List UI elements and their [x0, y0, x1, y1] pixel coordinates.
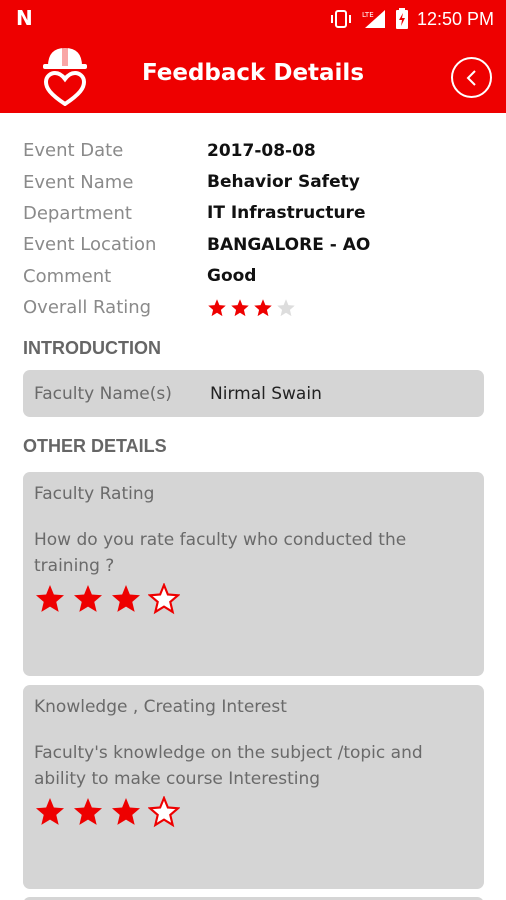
star-empty-icon	[148, 796, 180, 828]
event-location-value: BANGALORE - AO	[207, 234, 371, 255]
event-date-label: Event Date	[23, 140, 124, 162]
question-card: Knowledge , Creating Interest Faculty's …	[23, 685, 484, 889]
comment-value: Good	[207, 266, 257, 287]
event-date-row: Event Date 2017-08-08	[23, 135, 483, 166]
star-filled-icon	[74, 585, 102, 612]
star-filled-icon	[208, 298, 226, 316]
clock: 12:50 PM	[416, 8, 494, 29]
notification-icon: N	[16, 6, 33, 30]
star-filled-icon	[231, 298, 249, 316]
event-location-label: Event Location	[23, 234, 157, 256]
page-title: Feedback Details	[141, 60, 365, 86]
department-label: Department	[23, 202, 132, 224]
overall-rating-row: Overall Rating	[23, 292, 483, 323]
star-filled-icon	[254, 298, 272, 316]
star-filled-icon	[74, 798, 102, 825]
vibrate-icon	[330, 10, 351, 28]
faculty-value: Nirmal Swain	[210, 383, 322, 404]
introduction-heading: INTRODUCTION	[23, 338, 161, 358]
star-filled-icon	[36, 585, 64, 612]
star-empty-icon	[148, 583, 180, 615]
star-empty-icon	[277, 298, 295, 316]
comment-row: Comment Good	[23, 261, 483, 292]
question-rating-stars	[34, 583, 473, 615]
department-row: Department IT Infrastructure	[23, 198, 483, 229]
faculty-label: Faculty Name(s)	[34, 383, 172, 404]
overall-rating-stars	[207, 298, 296, 318]
faculty-card: Faculty Name(s) Nirmal Swain	[23, 370, 484, 417]
status-icons: LTE 12:50 PM	[329, 8, 494, 30]
question-card: Faculty Rating How do you rate faculty w…	[23, 472, 484, 676]
star-filled-icon	[112, 585, 140, 612]
event-name-row: Event Name Behavior Safety	[23, 166, 483, 197]
back-button[interactable]	[451, 57, 492, 98]
other-details-heading: OTHER DETAILS	[23, 436, 167, 456]
svg-text:LTE: LTE	[362, 11, 374, 19]
status-bar: N LTE 12:50 PM	[0, 0, 506, 36]
battery-charging-icon	[395, 8, 408, 29]
event-details: Event Date 2017-08-08 Event Name Behavio…	[23, 135, 483, 323]
overall-rating-label: Overall Rating	[23, 297, 152, 319]
question-text: How do you rate faculty who conducted th…	[34, 530, 407, 576]
department-value: IT Infrastructure	[207, 203, 366, 224]
event-location-row: Event Location BANGALORE - AO	[23, 229, 483, 260]
comment-label: Comment	[23, 265, 112, 287]
lte-signal-icon: LTE	[362, 10, 385, 28]
question-title: Knowledge , Creating Interest	[34, 697, 287, 717]
event-name-value: Behavior Safety	[207, 172, 360, 193]
star-filled-icon	[112, 798, 140, 825]
event-name-label: Event Name	[23, 171, 134, 193]
question-text: Faculty's knowledge on the subject /topi…	[34, 743, 423, 789]
question-title: Faculty Rating	[34, 484, 155, 504]
question-rating-stars	[34, 796, 473, 828]
star-filled-icon	[36, 798, 64, 825]
chevron-left-icon	[466, 69, 476, 86]
app-header: Feedback Details	[0, 36, 506, 113]
event-date-value: 2017-08-08	[207, 140, 316, 161]
